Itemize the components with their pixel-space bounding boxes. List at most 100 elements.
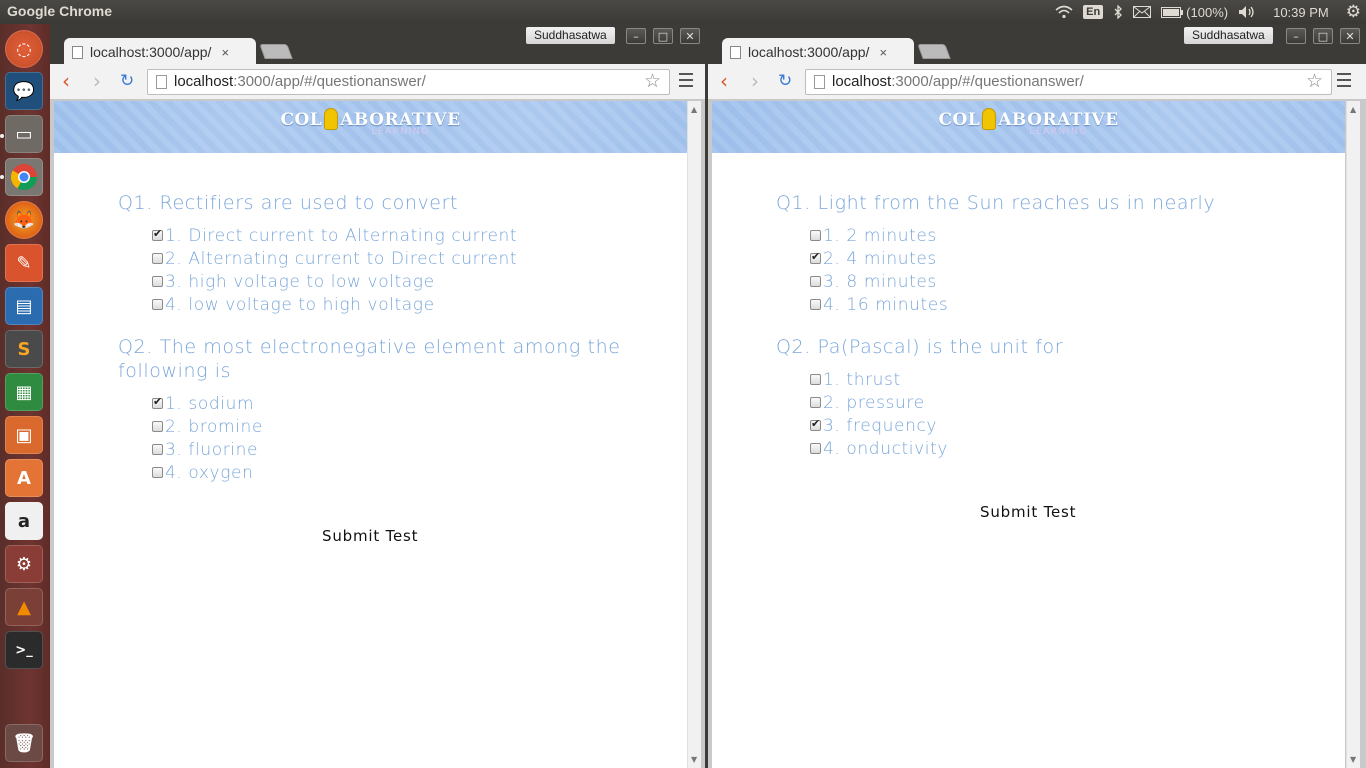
address-bar[interactable]: localhost:3000/app/#/questionanswer/ ☆	[805, 69, 1332, 95]
keyboard-layout-indicator[interactable]: En	[1078, 0, 1108, 24]
page-viewport: COL ABORATIVE LEARNING Q1. Rectifiers are…	[54, 101, 687, 768]
option-label: 3. high voltage to low voltage	[165, 271, 435, 292]
option[interactable]: 2. bromine	[152, 415, 638, 438]
scroll-up-icon[interactable]: ▲	[691, 105, 697, 114]
checkbox[interactable]	[152, 299, 163, 310]
close-tab-icon[interactable]: ×	[879, 45, 887, 60]
checkbox[interactable]	[810, 276, 821, 287]
chrome-menu-icon[interactable]	[679, 73, 693, 87]
checkbox[interactable]	[152, 467, 163, 478]
titlebar: localhost:3000/app/ × Suddhasatwa – □ ✕	[50, 24, 705, 66]
calc-icon[interactable]: ▦	[5, 373, 43, 411]
checkbox[interactable]	[810, 417, 821, 431]
writer-icon[interactable]: ▤	[5, 287, 43, 325]
chat-icon[interactable]: 💬	[5, 72, 43, 110]
address-bar[interactable]: localhost:3000/app/#/questionanswer/ ☆	[147, 69, 670, 95]
option[interactable]: 3. 8 minutes	[810, 270, 1296, 293]
reload-icon[interactable]: ↻	[778, 71, 792, 91]
option[interactable]: 4. low voltage to high voltage	[152, 293, 638, 316]
back-icon[interactable]: ‹	[720, 71, 728, 91]
volume-icon[interactable]	[1233, 0, 1261, 24]
browser-window-left: localhost:3000/app/ × Suddhasatwa – □ ✕ …	[50, 24, 705, 768]
sublime-icon[interactable]: S	[5, 330, 43, 368]
ubuntu-dash-icon[interactable]: ◌	[5, 30, 43, 68]
header-banner: COL ABORATIVE LEARNING	[54, 101, 687, 153]
option[interactable]: 4. 16 minutes	[810, 293, 1296, 316]
new-tab-button[interactable]	[259, 44, 293, 59]
option[interactable]: 4. oxygen	[152, 461, 638, 484]
close-icon[interactable]: ✕	[680, 28, 700, 44]
checkbox[interactable]	[810, 374, 821, 385]
checkbox[interactable]	[810, 443, 821, 454]
profile-button[interactable]: Suddhasatwa	[526, 27, 615, 44]
session-gear-icon[interactable]: ⚙	[1341, 0, 1366, 24]
scroll-up-icon[interactable]: ▲	[1350, 105, 1356, 114]
maximize-icon[interactable]: □	[1313, 28, 1333, 44]
mail-icon[interactable]	[1128, 0, 1156, 24]
option[interactable]: 3. high voltage to low voltage	[152, 270, 638, 293]
top-panel: Google Chrome En (100%) 10:39 PM ⚙	[0, 0, 1366, 24]
forward-icon[interactable]: ›	[751, 71, 759, 91]
impress-icon[interactable]: ▣	[5, 416, 43, 454]
reload-icon[interactable]: ↻	[120, 71, 134, 91]
checkbox[interactable]	[152, 395, 163, 409]
checkbox[interactable]	[152, 276, 163, 287]
clock[interactable]: 10:39 PM	[1261, 0, 1341, 24]
amazon-icon[interactable]: a	[5, 502, 43, 540]
browser-tab[interactable]: localhost:3000/app/ ×	[722, 38, 914, 66]
submit-test-button[interactable]: Submit Test	[980, 503, 1076, 521]
vlc-icon[interactable]: ▲	[5, 588, 43, 626]
checkbox[interactable]	[810, 397, 821, 408]
option-label: 1. 2 minutes	[823, 225, 937, 246]
scroll-down-icon[interactable]: ▼	[1350, 755, 1356, 764]
checkbox[interactable]	[810, 250, 821, 264]
checkbox[interactable]	[810, 299, 821, 310]
checkbox[interactable]	[152, 421, 163, 432]
option[interactable]: 2. Alternating current to Direct current	[152, 247, 638, 270]
scroll-down-icon[interactable]: ▼	[691, 755, 697, 764]
new-tab-button[interactable]	[917, 44, 951, 59]
option[interactable]: 1. 2 minutes	[810, 224, 1296, 247]
bluetooth-icon[interactable]	[1108, 0, 1128, 24]
software-center-icon[interactable]: A	[5, 459, 43, 497]
chrome-icon[interactable]	[5, 158, 43, 196]
option[interactable]: 1. thrust	[810, 368, 1296, 391]
option[interactable]: 3. fluorine	[152, 438, 638, 461]
bookmark-star-icon[interactable]: ☆	[644, 70, 661, 94]
chrome-menu-icon[interactable]	[1337, 73, 1351, 87]
checkbox[interactable]	[810, 230, 821, 241]
settings-icon[interactable]: ⚙	[5, 545, 43, 583]
profile-button[interactable]: Suddhasatwa	[1184, 27, 1273, 44]
scrollbar[interactable]: ▲ ▼	[1346, 101, 1360, 768]
checkbox[interactable]	[152, 253, 163, 264]
close-tab-icon[interactable]: ×	[221, 45, 229, 60]
firefox-icon[interactable]: 🦊	[5, 201, 43, 239]
toolbar: ‹ › ↻ localhost:3000/app/#/questionanswe…	[708, 64, 1366, 100]
option[interactable]: 2. pressure	[810, 391, 1296, 414]
bookmark-star-icon[interactable]: ☆	[1306, 70, 1323, 94]
battery-indicator[interactable]: (100%)	[1156, 0, 1233, 24]
option-label: 4. onductivity	[823, 438, 949, 459]
forward-icon[interactable]: ›	[93, 71, 101, 91]
checkbox[interactable]	[152, 227, 163, 241]
options-q2: 1. thrust 2. pressure 3. frequency 4. on…	[810, 368, 1296, 460]
back-icon[interactable]: ‹	[62, 71, 70, 91]
option[interactable]: 2. 4 minutes	[810, 247, 1296, 270]
trash-icon[interactable]: 🗑	[5, 724, 43, 762]
option[interactable]: 1. Direct current to Alternating current	[152, 224, 638, 247]
option[interactable]: 3. frequency	[810, 414, 1296, 437]
option[interactable]: 4. onductivity	[810, 437, 1296, 460]
wifi-icon[interactable]	[1050, 0, 1078, 24]
tools-icon[interactable]: ✎	[5, 244, 43, 282]
terminal-icon[interactable]: >_	[5, 631, 43, 669]
scrollbar[interactable]: ▲ ▼	[687, 101, 701, 768]
maximize-icon[interactable]: □	[653, 28, 673, 44]
minimize-icon[interactable]: –	[1286, 28, 1306, 44]
submit-test-button[interactable]: Submit Test	[322, 527, 418, 545]
files-icon[interactable]: ▭	[5, 115, 43, 153]
browser-tab[interactable]: localhost:3000/app/ ×	[64, 38, 256, 66]
checkbox[interactable]	[152, 444, 163, 455]
close-icon[interactable]: ✕	[1340, 28, 1360, 44]
minimize-icon[interactable]: –	[626, 28, 646, 44]
option[interactable]: 1. sodium	[152, 392, 638, 415]
